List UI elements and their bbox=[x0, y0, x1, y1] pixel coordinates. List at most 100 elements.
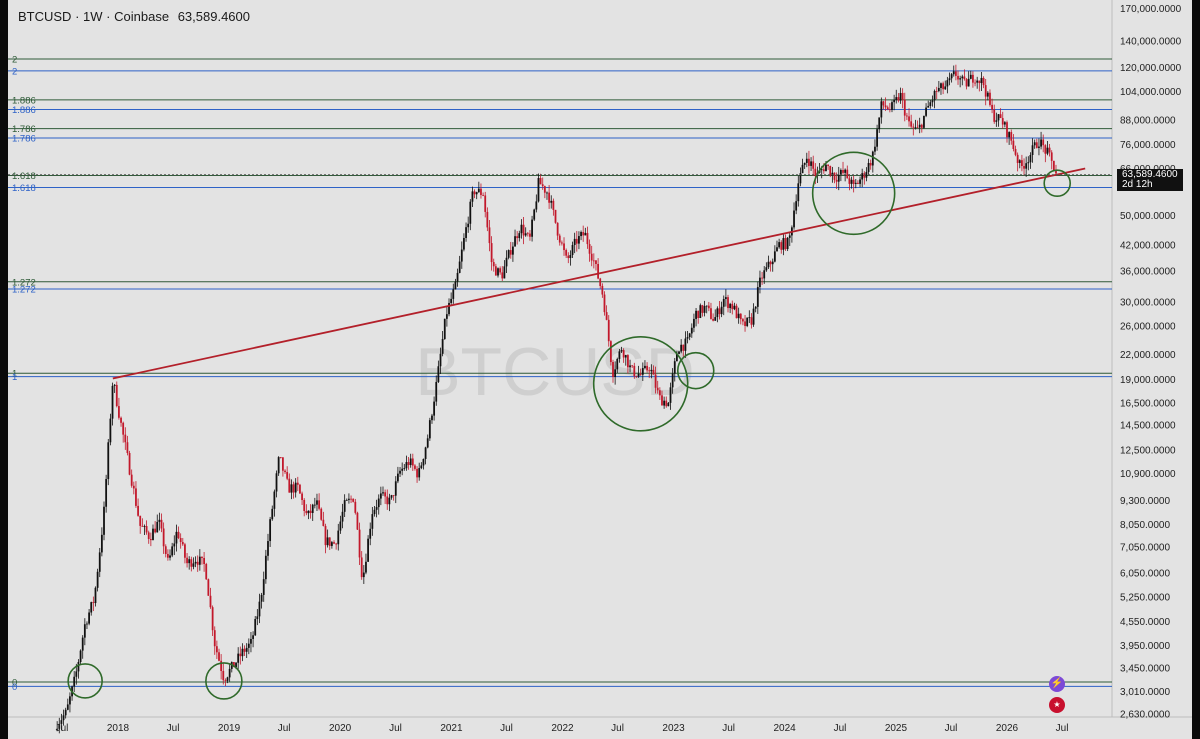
candle-body bbox=[81, 637, 84, 651]
lightning-icon[interactable]: ⚡ bbox=[1049, 676, 1065, 692]
candle-body bbox=[986, 92, 989, 97]
candle-body bbox=[503, 266, 506, 279]
candle-body bbox=[906, 115, 908, 117]
candle-body bbox=[375, 507, 378, 510]
candle-body bbox=[454, 281, 457, 290]
candle-body bbox=[311, 504, 314, 513]
candle-body bbox=[624, 355, 627, 358]
candle-body bbox=[328, 537, 331, 546]
candle-body bbox=[313, 504, 316, 506]
candle-body bbox=[473, 191, 476, 195]
candle-body bbox=[418, 468, 421, 478]
candle-body bbox=[552, 200, 555, 210]
candle-body bbox=[373, 509, 376, 515]
candle-body bbox=[588, 244, 591, 254]
interval-label[interactable]: 1W bbox=[83, 9, 103, 24]
candle-body bbox=[575, 238, 578, 244]
candle-body bbox=[382, 492, 384, 494]
candle-body bbox=[842, 170, 844, 173]
candle-body bbox=[631, 365, 634, 367]
candle-body bbox=[714, 317, 717, 321]
candle-body bbox=[392, 495, 395, 497]
candle-body bbox=[460, 249, 463, 262]
candle-body bbox=[763, 270, 766, 279]
candle-body bbox=[211, 607, 214, 631]
candle-body bbox=[337, 530, 340, 545]
candle-body bbox=[505, 257, 508, 267]
symbol-name: BTCUSD bbox=[18, 9, 72, 24]
candle-body bbox=[198, 556, 201, 565]
candle-body bbox=[784, 238, 787, 250]
candle-body bbox=[607, 319, 610, 342]
fib-level-label: 1.618 bbox=[12, 171, 36, 182]
candle-body bbox=[569, 254, 572, 259]
fib-level-label: 1.272 bbox=[12, 284, 36, 295]
candle-body bbox=[537, 178, 540, 202]
candle-body bbox=[514, 236, 516, 247]
symbol-header[interactable]: BTCUSD · 1W · Coinbase 63,589.4600 bbox=[18, 9, 250, 24]
time-axis-label: 2022 bbox=[551, 723, 574, 734]
price-axis-label: 170,000.0000 bbox=[1120, 4, 1182, 15]
candle-body bbox=[299, 484, 301, 494]
candle-body bbox=[899, 92, 902, 101]
candle-body bbox=[920, 124, 923, 128]
candle-body bbox=[548, 192, 551, 203]
chart-canvas[interactable]: BTCUSD 221.8861.8861.7861.7861.6181.6181… bbox=[0, 0, 1200, 739]
candle-body bbox=[512, 246, 514, 255]
candle-body bbox=[671, 373, 674, 388]
candle-body bbox=[680, 344, 683, 352]
candle-body bbox=[186, 557, 188, 564]
price-axis-label: 6,050.0000 bbox=[1120, 569, 1170, 580]
candle-body bbox=[1023, 166, 1025, 169]
candle-body bbox=[105, 479, 108, 507]
candle-body bbox=[213, 630, 216, 647]
candle-body bbox=[286, 472, 289, 479]
exchange-name: Coinbase bbox=[114, 9, 170, 24]
price-axis-label: 120,000.0000 bbox=[1120, 63, 1182, 74]
candle-body bbox=[573, 238, 576, 246]
candle-body bbox=[250, 638, 252, 644]
candle-body bbox=[147, 532, 150, 539]
price-axis-label: 3,450.0000 bbox=[1120, 664, 1170, 675]
us-flag-icon[interactable]: ★ bbox=[1049, 697, 1065, 713]
fib-level-label: 1.618 bbox=[12, 183, 36, 194]
candle-body bbox=[267, 541, 269, 556]
candle-body bbox=[111, 385, 114, 419]
candle-body bbox=[705, 305, 708, 307]
candle-body bbox=[160, 519, 163, 529]
fib-level-label: 2 bbox=[12, 66, 17, 77]
candle-body bbox=[79, 650, 82, 663]
candle-body bbox=[737, 313, 740, 319]
candle-body bbox=[535, 201, 538, 210]
candle-body bbox=[707, 305, 710, 309]
candle-body bbox=[565, 250, 568, 256]
candle-body bbox=[697, 310, 700, 318]
candle-body bbox=[571, 245, 574, 255]
candle-body bbox=[654, 374, 657, 388]
candle-body bbox=[303, 500, 306, 511]
candle-body bbox=[445, 314, 448, 319]
candle-body bbox=[64, 709, 67, 716]
candle-body bbox=[944, 86, 947, 90]
candle-body bbox=[578, 236, 580, 244]
candle-body bbox=[407, 462, 410, 466]
candle-body bbox=[916, 127, 919, 129]
candle-body bbox=[526, 233, 529, 235]
candle-body bbox=[175, 531, 178, 544]
candle-body bbox=[541, 184, 544, 187]
candle-body bbox=[450, 298, 453, 303]
candle-body bbox=[356, 512, 359, 530]
candle-body bbox=[910, 121, 913, 127]
candle-body bbox=[273, 491, 276, 509]
candle-body bbox=[1001, 118, 1004, 125]
candle-body bbox=[360, 557, 363, 578]
candle-body bbox=[209, 595, 212, 608]
candle-body bbox=[194, 561, 197, 564]
candle-body bbox=[324, 525, 327, 546]
candle-body bbox=[844, 169, 847, 173]
candle-body bbox=[433, 401, 436, 416]
candle-body bbox=[646, 365, 648, 371]
candle-body bbox=[166, 553, 169, 558]
price-axis-label: 14,500.0000 bbox=[1120, 421, 1176, 432]
candle-body bbox=[880, 101, 883, 118]
